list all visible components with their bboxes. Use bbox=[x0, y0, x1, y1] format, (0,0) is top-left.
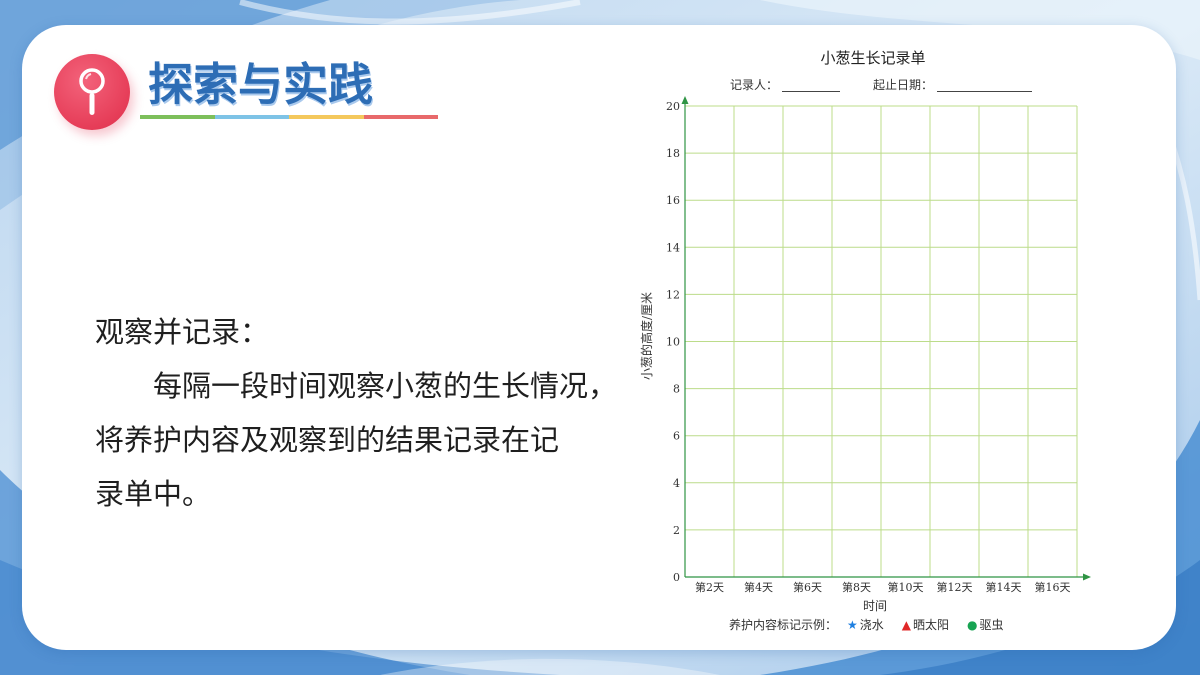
underline-segment-yellow bbox=[289, 115, 364, 119]
legend-item-label: 晒太阳 bbox=[913, 618, 950, 632]
page-title: 探索与实践 bbox=[148, 59, 374, 110]
record-sheet-meta: 记录人： 起止日期： bbox=[730, 78, 1033, 92]
title-badge bbox=[54, 54, 130, 130]
recorder-label: 记录人： bbox=[730, 78, 779, 92]
underline-segment-red bbox=[363, 115, 438, 119]
date-range-blank bbox=[937, 80, 1033, 92]
intro-label: 观察并记录： bbox=[95, 317, 270, 349]
underline-segment-green bbox=[140, 115, 215, 119]
body-line-1: 每隔一段时间观察小葱的生长情况， bbox=[153, 371, 618, 403]
legend-label: 养护内容标记示例： bbox=[729, 618, 838, 632]
underline-segment-blue bbox=[214, 115, 289, 119]
circle-icon: ● bbox=[967, 618, 978, 632]
date-range-label: 起止日期： bbox=[873, 78, 934, 92]
legend-item-label: 驱虫 bbox=[979, 618, 1004, 632]
body-line-2: 将养护内容及观察到的结果记录在记 bbox=[95, 425, 560, 457]
title-underline bbox=[140, 115, 438, 119]
care-marker-legend: 养护内容标记示例： ★ 浇水 ▲ 晒太阳 ● 驱虫 bbox=[729, 618, 1004, 632]
legend-item-sunlight: ▲ 晒太阳 bbox=[902, 618, 949, 632]
recorder-blank bbox=[782, 80, 841, 92]
legend-item-label: 浇水 bbox=[859, 618, 884, 632]
star-icon: ★ bbox=[847, 618, 858, 632]
magnifier-icon bbox=[79, 68, 105, 115]
body-line-3: 录单中。 bbox=[95, 479, 212, 511]
triangle-icon: ▲ bbox=[901, 618, 912, 632]
legend-item-watering: ★ 浇水 bbox=[847, 618, 884, 632]
legend-item-pest-control: ● 驱虫 bbox=[967, 618, 1004, 632]
record-sheet-title: 小葱生长记录单 bbox=[820, 50, 926, 67]
